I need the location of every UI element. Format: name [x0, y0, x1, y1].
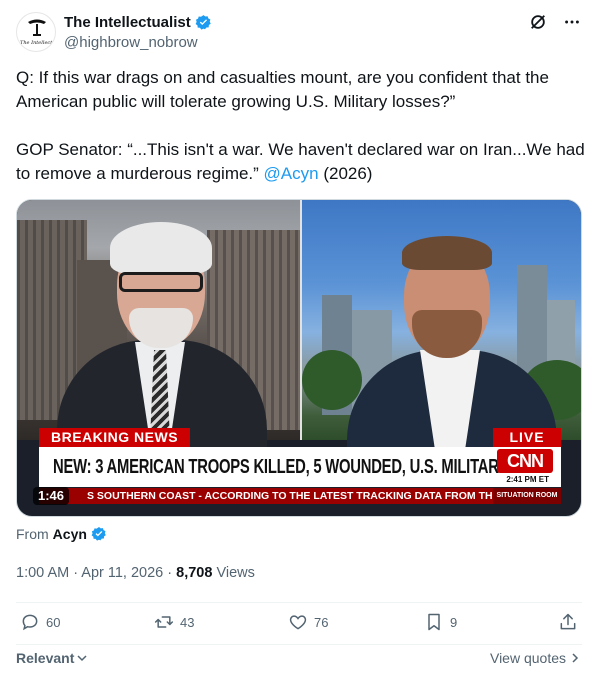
post-quote-year: (2026) — [318, 164, 373, 183]
repost-count: 43 — [180, 614, 195, 630]
verified-badge-icon — [91, 527, 106, 541]
chevron-down-icon — [77, 655, 87, 662]
avatar-wordmark: The Intellectualist — [20, 40, 54, 46]
reply-count: 60 — [46, 614, 61, 630]
action-bar: 60 43 76 9 — [16, 612, 582, 640]
repost-icon — [154, 616, 174, 628]
breaking-news-label: BREAKING NEWS — [39, 428, 191, 447]
mention-link[interactable]: @Acyn — [264, 164, 319, 183]
video-source: From Acyn — [16, 526, 107, 542]
cnn-logo: CNN — [497, 449, 553, 473]
post-text: Q: If this war drags on and casualties m… — [16, 66, 586, 210]
header-actions — [528, 12, 582, 32]
post-header: The Intellectualist The Intellectualist … — [16, 10, 582, 54]
post-meta: 1:00 AM · Apr 11, 2026 · 8,708 Views — [16, 565, 255, 581]
divider — [16, 644, 582, 645]
post-paragraph-quote: GOP Senator: “...This isn't a war. We ha… — [16, 138, 586, 186]
bookmark-icon — [428, 613, 440, 631]
views-count: 8,708 — [176, 565, 213, 581]
sort-label: Relevant — [16, 650, 75, 666]
grok-icon[interactable] — [528, 12, 548, 32]
share-icon — [560, 613, 576, 630]
like-count: 76 — [314, 614, 329, 630]
more-icon[interactable] — [562, 12, 582, 32]
share-button[interactable] — [558, 612, 578, 632]
headline-bar: NEW: 3 AMERICAN TROOPS KILLED, 5 WOUNDED… — [39, 447, 561, 487]
video-right-panel — [302, 200, 581, 450]
reply-icon — [22, 614, 38, 631]
sort-dropdown[interactable]: Relevant — [16, 650, 88, 666]
heart-icon — [289, 615, 307, 630]
ticker-text: S SOUTHERN COAST - ACCORDING TO THE LATE… — [87, 490, 513, 502]
bookmark-button[interactable]: 9 — [424, 612, 457, 632]
from-prefix: From — [16, 526, 49, 542]
headline-text: NEW: 3 AMERICAN TROOPS KILLED, 5 WOUNDED… — [53, 456, 550, 478]
network-time: 2:41 PM ET — [506, 475, 549, 484]
chevron-right-icon — [572, 653, 579, 663]
news-chyron: BREAKING NEWS LIVE NEW: 3 AMERICAN TROOP… — [17, 426, 581, 516]
situation-room-label: SITUATION ROOM — [493, 488, 561, 504]
view-quotes-link[interactable]: View quotes — [490, 650, 580, 666]
like-button[interactable]: 76 — [288, 612, 328, 632]
bookmark-count: 9 — [450, 614, 458, 630]
view-quotes-label: View quotes — [489, 650, 566, 666]
author-display-name[interactable]: The Intellectualist — [64, 12, 212, 32]
post-timestamp[interactable]: 1:00 AM · Apr 11, 2026 · — [16, 565, 176, 581]
avatar[interactable]: The Intellectualist — [16, 12, 56, 52]
avatar-logo-icon — [28, 19, 46, 36]
post-paragraph-question: Q: If this war drags on and casualties m… — [16, 68, 549, 111]
author-handle[interactable]: @highbrow_nobrow — [64, 34, 212, 51]
video-left-panel — [17, 200, 300, 450]
verified-badge-icon — [195, 14, 211, 30]
source-name[interactable]: Acyn — [53, 526, 87, 542]
live-label: LIVE — [493, 428, 561, 447]
divider — [16, 602, 582, 603]
video-duration: 1:46 — [33, 487, 70, 505]
news-ticker: S SOUTHERN COAST - ACCORDING TO THE LATE… — [39, 488, 561, 504]
repost-button[interactable]: 43 — [154, 612, 194, 632]
reply-button[interactable]: 60 — [20, 612, 60, 632]
author-names: The Intellectualist @highbrow_nobrow — [64, 12, 212, 51]
author-display-name-text: The Intellectualist — [64, 13, 191, 31]
views-label: Views — [212, 565, 255, 581]
video-player[interactable]: BREAKING NEWS LIVE NEW: 3 AMERICAN TROOP… — [16, 199, 582, 517]
